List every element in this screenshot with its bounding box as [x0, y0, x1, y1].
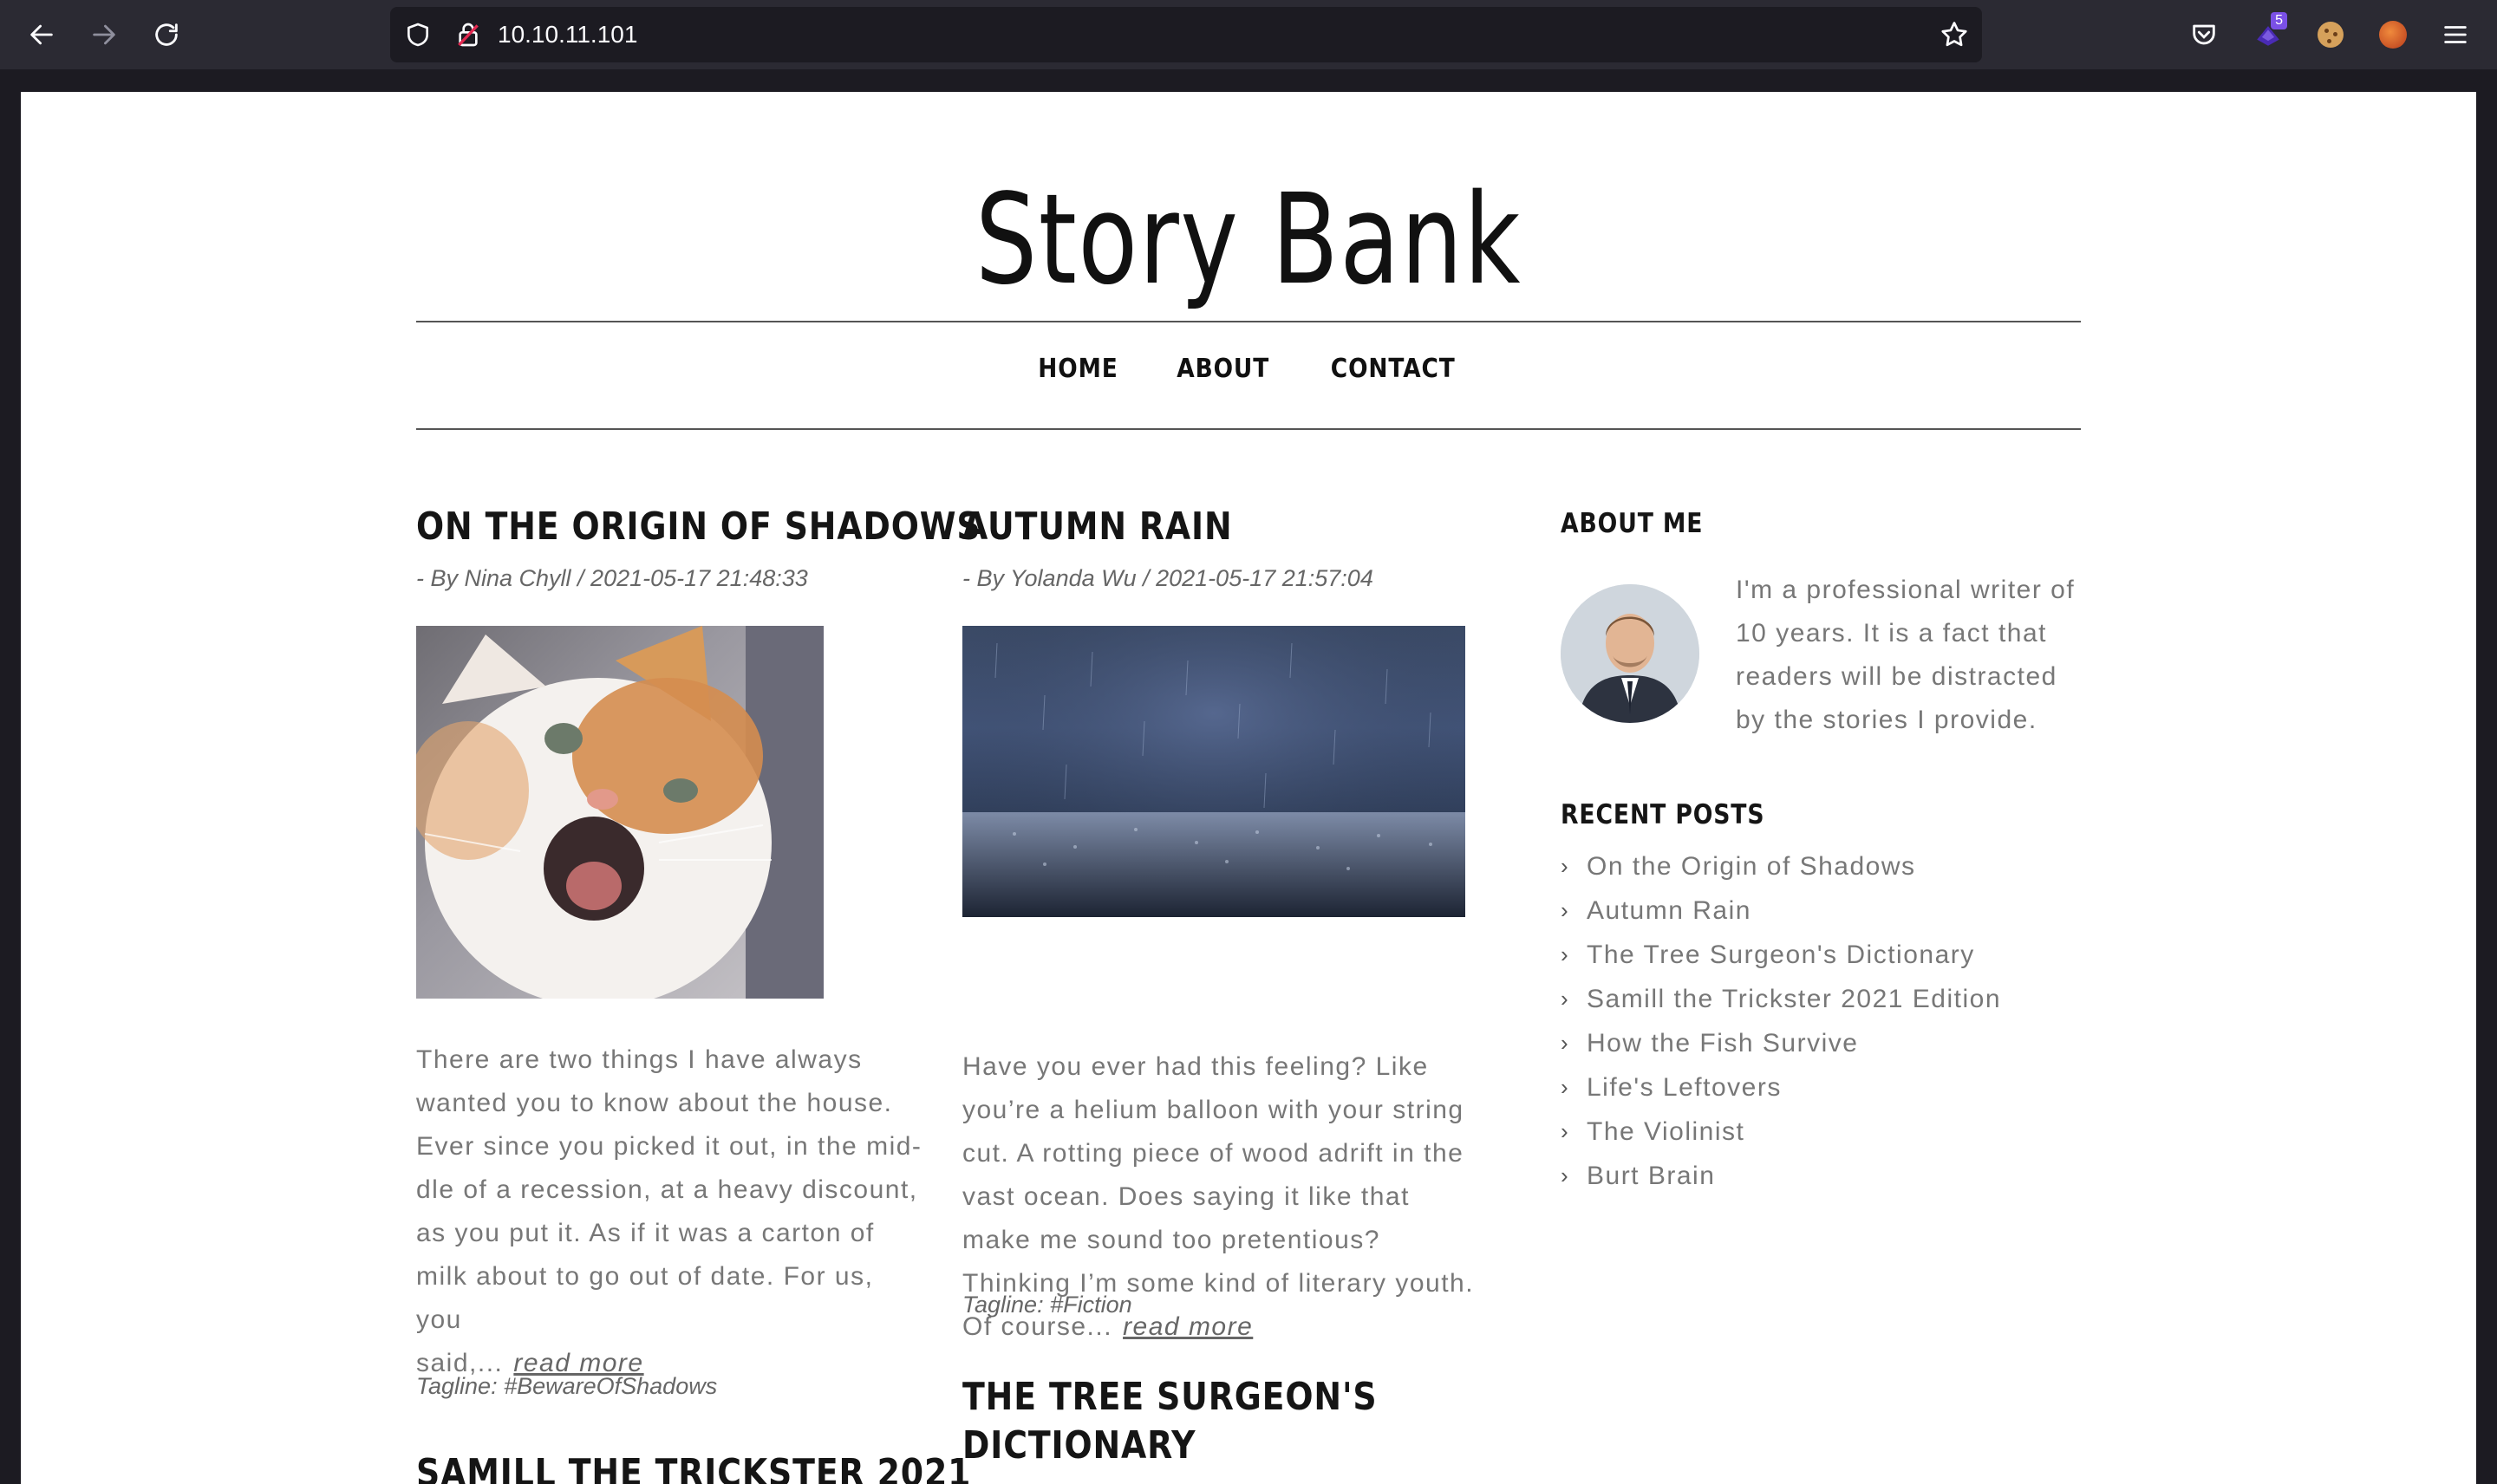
recent-post-link[interactable]: Life's Leftovers: [1587, 1073, 1782, 1103]
extension-button[interactable]: 5: [2249, 12, 2287, 54]
chevron-right-icon: ›: [1561, 1030, 1570, 1056]
header-divider: [416, 321, 2081, 322]
post-meta: - By Nina Chyll / 2021-05-17 21:48:33: [416, 565, 808, 591]
recent-post-item[interactable]: › How the Fish Survive: [1561, 1021, 2001, 1065]
arrow-right-icon: [93, 24, 115, 45]
read-more-link[interactable]: read more: [1123, 1312, 1253, 1341]
recent-post-item[interactable]: › Samill the Trickster 2021 Edition: [1561, 977, 2001, 1021]
recent-post-link[interactable]: Burt Brain: [1587, 1162, 1715, 1191]
fox-extension-button[interactable]: [2374, 16, 2412, 54]
rain-illustration: [962, 626, 1465, 917]
post-excerpt: There are two things I have always wante…: [416, 1038, 928, 1385]
post-title[interactable]: THE TREE SURGEON'S: [962, 1373, 1378, 1422]
pocket-icon: [2193, 24, 2215, 45]
excerpt-line: make me sound too pretentious?: [962, 1226, 1380, 1254]
arrow-left-icon: [30, 24, 53, 45]
back-button[interactable]: [21, 14, 62, 55]
about-line: 10 years. It is a fact that: [1736, 619, 2047, 648]
chevron-right-icon: ›: [1561, 986, 1570, 1012]
excerpt-line: dle of a recession, at a heavy discount,: [416, 1175, 918, 1204]
cookie-icon: [2318, 22, 2344, 48]
site-title[interactable]: Story Bank: [291, 170, 2207, 309]
chevron-right-icon: ›: [1561, 1162, 1570, 1188]
about-line: readers will be distracted: [1736, 662, 2057, 691]
recent-post-link[interactable]: How the Fish Survive: [1587, 1029, 1858, 1058]
insecure-lock-icon[interactable]: [454, 21, 482, 49]
author-avatar: [1561, 584, 1699, 723]
recent-post-item[interactable]: › Burt Brain: [1561, 1154, 2001, 1198]
post-title[interactable]: AUTUMN RAIN: [962, 503, 1233, 551]
about-text: I'm a professional writer of 10 years. I…: [1736, 569, 2100, 742]
post-title[interactable]: ON THE ORIGIN OF SHADOWS: [416, 503, 981, 551]
about-line: I'm a professional writer of: [1736, 576, 2076, 604]
url-text[interactable]: 10.10.11.101: [498, 21, 637, 49]
excerpt-line: Have you ever had this feeling? Like: [962, 1052, 1429, 1081]
excerpt-line: wanted you to know about the house.: [416, 1089, 893, 1117]
browser-toolbar: 10.10.11.101 5: [0, 0, 2497, 69]
chevron-right-icon: ›: [1561, 853, 1570, 879]
about-heading: ABOUT ME: [1561, 508, 1704, 539]
recent-post-link[interactable]: The Tree Surgeon's Dictionary: [1587, 941, 1975, 970]
recent-posts-heading: RECENT POSTS: [1561, 799, 1765, 830]
cat-image[interactable]: [416, 626, 824, 999]
recent-post-link[interactable]: Samill the Trickster 2021 Edition: [1587, 985, 2001, 1014]
reload-button[interactable]: [146, 14, 187, 55]
url-bar[interactable]: 10.10.11.101: [390, 7, 1982, 62]
post-meta: - By Yolanda Wu / 2021-05-17 21:57:04: [962, 565, 1373, 591]
post-tagline: Tagline: #Fiction: [962, 1292, 1132, 1318]
chevron-right-icon: ›: [1561, 1118, 1570, 1144]
page-viewport: Story Bank HOME ABOUT CONTACT ON THE ORI…: [21, 92, 2476, 1484]
chevron-right-icon: ›: [1561, 897, 1570, 923]
excerpt-line: Ever since you picked it out, in the mid…: [416, 1132, 923, 1161]
recent-post-item[interactable]: › On the Origin of Shadows: [1561, 844, 2001, 888]
shield-icon[interactable]: [404, 21, 432, 49]
reload-icon: [155, 23, 178, 46]
cookie-extension-button[interactable]: [2311, 16, 2350, 54]
recent-post-link[interactable]: The Violinist: [1587, 1117, 1744, 1147]
recent-post-item[interactable]: › Life's Leftovers: [1561, 1065, 2001, 1110]
menu-contact[interactable]: CONTACT: [1331, 354, 1456, 384]
excerpt-line: cut. A rotting piece of wood adrift in t…: [962, 1139, 1464, 1168]
cat-illustration: [416, 626, 824, 999]
menu-about[interactable]: ABOUT: [1177, 354, 1269, 384]
excerpt-line: you’re a helium balloon with your string: [962, 1096, 1464, 1124]
excerpt-line: as you put it. As if it was a carton of: [416, 1219, 875, 1247]
menu-divider: [416, 428, 2081, 430]
post-tagline: Tagline: #BewareOfShadows: [416, 1373, 718, 1399]
post-title-line2[interactable]: DICTIONARY: [962, 1422, 1196, 1470]
menu-button[interactable]: [2436, 16, 2474, 54]
chevron-right-icon: ›: [1561, 941, 1570, 967]
chevron-right-icon: ›: [1561, 1074, 1570, 1100]
excerpt-line: There are two things I have always: [416, 1045, 863, 1074]
forward-button[interactable]: [83, 14, 125, 55]
excerpt-line: milk about to go out of date. For us, yo…: [416, 1262, 874, 1334]
excerpt-line: vast ocean. Does saying it like that: [962, 1182, 1410, 1211]
extension-badge: 5: [2271, 12, 2287, 29]
menu-home[interactable]: HOME: [1038, 354, 1118, 384]
recent-post-link[interactable]: On the Origin of Shadows: [1587, 852, 1916, 882]
recent-post-item[interactable]: › The Tree Surgeon's Dictionary: [1561, 933, 2001, 977]
rain-image[interactable]: [962, 626, 1465, 917]
pocket-button[interactable]: [2185, 16, 2223, 54]
recent-posts-list: › On the Origin of Shadows › Autumn Rain ›…: [1561, 844, 2001, 1198]
post-title[interactable]: SAMILL THE TRICKSTER 2021: [416, 1449, 971, 1484]
hamburger-icon: [2444, 26, 2467, 43]
about-line: by the stories I provide.: [1736, 706, 2037, 734]
author-portrait: [1561, 584, 1699, 723]
main-menu: HOME ABOUT CONTACT: [21, 354, 2476, 384]
bookmark-star-icon[interactable]: [1939, 19, 1970, 50]
recent-post-item[interactable]: › The Violinist: [1561, 1110, 2001, 1154]
recent-post-link[interactable]: Autumn Rain: [1587, 896, 1751, 926]
fox-icon: [2379, 21, 2407, 49]
recent-post-item[interactable]: › Autumn Rain: [1561, 888, 2001, 933]
